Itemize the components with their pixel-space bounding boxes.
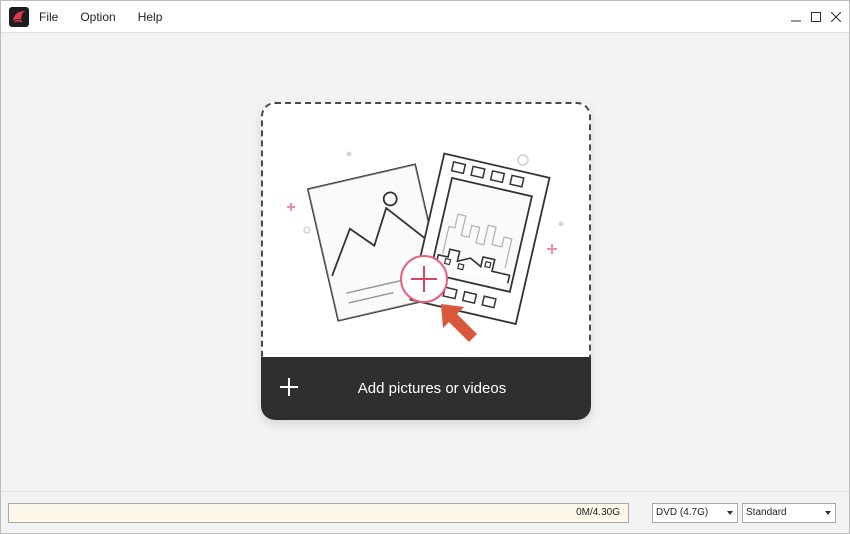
minimize-icon: [791, 20, 801, 22]
maximize-icon: [811, 12, 821, 22]
menu-option[interactable]: Option: [80, 1, 115, 33]
menu-help[interactable]: Help: [138, 1, 163, 33]
minimize-button[interactable]: [789, 8, 803, 26]
sparkle-dot-icon: [558, 221, 564, 227]
drop-zone[interactable]: Add pictures or videos: [261, 102, 591, 420]
disc-type-select[interactable]: DVD (4.7G): [652, 503, 738, 523]
title-bar: File Option Help: [1, 1, 849, 33]
maximize-button[interactable]: [809, 8, 823, 26]
close-icon: [831, 12, 841, 22]
menu-bar: File Option Help: [39, 1, 184, 33]
status-bar: 0M/4.30G DVD (4.7G) Standard: [1, 491, 849, 533]
disc-capacity-bar: 0M/4.30G: [8, 503, 629, 523]
quality-value: Standard: [746, 507, 787, 518]
add-media-button[interactable]: Add pictures or videos: [261, 357, 591, 420]
app-window: File Option Help Add pictures or videos …: [0, 0, 850, 534]
quality-select[interactable]: Standard: [742, 503, 836, 523]
menu-file[interactable]: File: [39, 1, 58, 33]
sparkle-ring-icon: [517, 154, 529, 166]
disc-type-value: DVD (4.7G): [656, 507, 709, 518]
chevron-down-icon: [825, 511, 831, 515]
add-circle-icon: [400, 255, 448, 303]
media-illustration: [287, 151, 564, 342]
sparkle-plus-icon: [547, 244, 557, 254]
add-media-label: Add pictures or videos: [357, 380, 507, 397]
disc-capacity-text: 0M/4.30G: [576, 507, 620, 518]
sparkle-plus-icon: [287, 203, 295, 211]
sparkle-dot-icon: [346, 151, 352, 157]
window-controls: [789, 8, 843, 26]
sparkle-ring-icon: [303, 226, 311, 234]
chevron-down-icon: [727, 511, 733, 515]
app-logo-icon: [9, 7, 29, 27]
close-button[interactable]: [829, 8, 843, 26]
